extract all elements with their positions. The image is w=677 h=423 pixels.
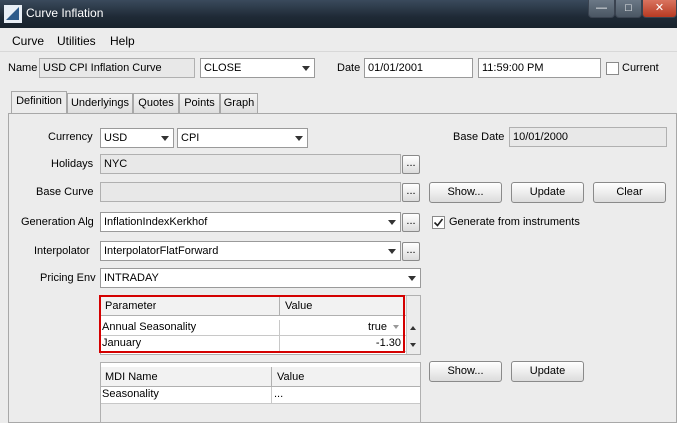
chevron-down-icon [302,66,310,71]
pricing-env-label: Pricing Env [40,272,96,284]
current-checkbox[interactable] [606,62,619,75]
interpolator-select[interactable]: InterpolatorFlatForward [100,241,401,261]
index-select[interactable]: CPI [177,128,308,148]
mdi-value[interactable]: ... [274,388,283,400]
time-field[interactable]: 11:59:00 PM [478,58,601,78]
base-curve-label: Base Curve [36,186,94,198]
currency-select[interactable]: USD [100,128,174,148]
show-button[interactable]: Show... [429,182,502,203]
mdi-table: MDI Name Value Seasonality ... [100,362,421,423]
maximize-button[interactable]: □ [615,0,642,18]
column-header-value[interactable]: Value [277,367,304,387]
generate-from-instruments-checkbox[interactable] [432,216,445,229]
scrollbar[interactable] [406,296,420,354]
scroll-down-icon[interactable] [410,343,416,347]
holidays-ellipsis-button[interactable]: ... [402,155,420,174]
holidays-field[interactable]: NYC [100,154,401,174]
mdi-table-header: MDI Name Value [101,367,420,387]
interpolator-label: Interpolator [34,245,90,257]
date-label: Date [337,62,361,74]
close-button[interactable]: ✕ [642,0,677,18]
menu-bar [0,28,677,52]
currency-value: USD [104,132,128,144]
clear-button[interactable]: Clear [593,182,666,203]
chevron-down-icon [388,220,396,225]
pricing-env-value: INTRADAY [104,272,159,284]
current-label: Current [622,62,659,74]
generate-from-instruments-label: Generate from instruments [449,216,580,228]
menu-help[interactable]: Help [110,34,135,48]
chevron-down-icon [388,249,396,254]
tab-graph[interactable]: Graph [220,93,258,113]
mdi-name: Seasonality [102,388,159,400]
base-curve-field[interactable] [100,182,401,202]
interpolator-value: InterpolatorFlatForward [104,245,219,257]
scroll-up-icon[interactable] [410,326,416,330]
date-field[interactable]: 01/01/2001 [364,58,473,78]
base-date-label: Base Date [453,131,505,143]
mdi-show-button[interactable]: Show... [429,361,502,382]
interpolator-ellipsis-button[interactable]: ... [402,242,420,261]
tab-underlyings[interactable]: Underlyings [67,93,133,113]
tab-definition[interactable]: Definition [11,91,67,114]
close-select[interactable]: CLOSE [200,58,315,78]
tab-quotes[interactable]: Quotes [133,93,179,113]
chevron-down-icon [295,136,303,141]
menu-utilities[interactable]: Utilities [57,34,96,48]
highlight-box [99,295,405,353]
chevron-down-icon [161,136,169,141]
column-header-mdi-name[interactable]: MDI Name [105,367,158,387]
window-title: Curve Inflation [26,6,104,20]
generation-alg-label: Generation Alg [21,216,94,228]
tab-points[interactable]: Points [179,93,220,113]
chevron-down-icon [408,276,416,281]
app-icon [4,5,22,23]
generation-alg-ellipsis-button[interactable]: ... [402,213,420,232]
index-value: CPI [181,132,200,144]
name-label: Name [8,62,38,74]
menu-curve[interactable]: Curve [12,34,44,48]
column-divider [271,387,272,404]
holidays-label: Holidays [51,158,94,170]
table-row[interactable]: Seasonality ... [101,387,420,404]
currency-label: Currency [48,131,93,143]
mdi-update-button[interactable]: Update [511,361,584,382]
minimize-button[interactable]: — [588,0,615,18]
checkmark-icon [433,218,444,227]
base-curve-ellipsis-button[interactable]: ... [402,183,420,202]
base-date-field[interactable]: 10/01/2000 [509,127,667,147]
column-divider [271,367,272,387]
pricing-env-select[interactable]: INTRADAY [100,268,421,288]
close-select-value: CLOSE [204,62,242,74]
update-button[interactable]: Update [511,182,584,203]
generation-alg-value: InflationIndexKerkhof [104,216,208,228]
generation-alg-select[interactable]: InflationIndexKerkhof [100,212,401,232]
name-field[interactable]: USD CPI Inflation Curve [39,58,195,78]
